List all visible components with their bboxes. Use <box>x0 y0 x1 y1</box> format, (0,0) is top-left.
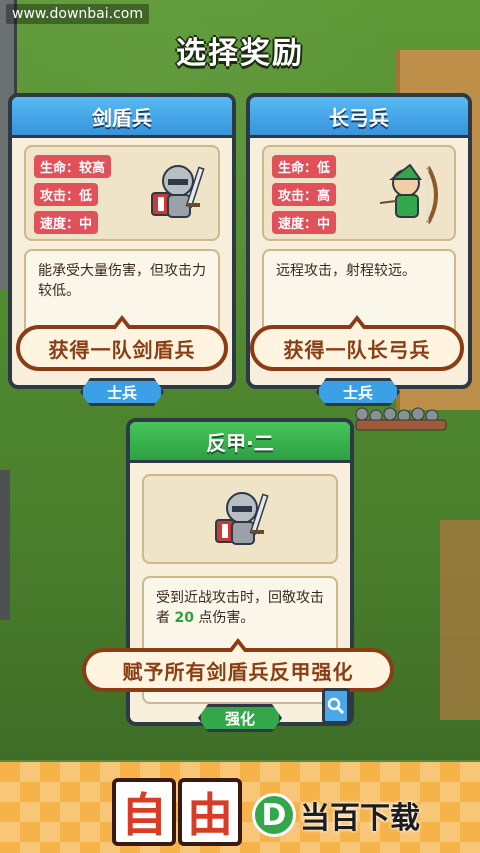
banner-pointer-inner <box>231 644 245 653</box>
page-title: 选择奖励 <box>176 36 304 71</box>
upgrade-image-box <box>142 474 338 564</box>
soldier-group-icon <box>355 407 447 431</box>
logo-mark: D <box>252 793 296 837</box>
upgrade-banner: 赋予所有剑盾兵反甲强化 <box>82 638 394 692</box>
card-title: 剑盾兵 <box>12 97 232 138</box>
banner-pointer-inner <box>115 321 129 330</box>
dirt-path-lower <box>440 520 480 720</box>
upgrade-type-tag: 强化 <box>198 704 282 732</box>
stone-wall-lower <box>0 470 10 620</box>
reward-banner-2: 获得一队长弓兵 <box>250 315 464 371</box>
stat-attack: 攻击：高 <box>272 183 337 206</box>
unit-type-tag: 士兵 <box>316 378 400 406</box>
card-title: 反甲·二 <box>130 422 350 463</box>
stats-box: 生命：低 攻击：高 速度：中 <box>262 145 456 241</box>
banner-text: 获得一队剑盾兵 <box>48 337 196 362</box>
stat-attack: 攻击：低 <box>34 183 99 206</box>
logo-text: 当百下载 <box>300 801 420 836</box>
knight-icon <box>215 492 269 545</box>
card-title: 长弓兵 <box>250 97 468 138</box>
stat-hp: 生命：较高 <box>34 155 112 178</box>
watermark: www.downbai.com <box>6 4 149 24</box>
stats-box: 生命：较高 攻击：低 速度：中 <box>24 145 220 241</box>
knight-icon <box>151 165 205 218</box>
banner-text: 赋予所有剑盾兵反甲强化 <box>122 659 354 684</box>
stat-speed: 速度：中 <box>34 211 99 234</box>
banner-pointer-inner <box>350 321 364 330</box>
desc-after: 点伤害。 <box>193 610 255 626</box>
bottom-promo: 自 由 D 当百下载 <box>0 762 480 853</box>
reward-banner-1: 获得一队剑盾兵 <box>16 315 228 371</box>
search-button[interactable] <box>322 688 350 724</box>
stat-hp: 生命：低 <box>272 155 337 178</box>
stat-speed: 速度：中 <box>272 211 337 234</box>
banner-text: 获得一队长弓兵 <box>283 337 431 362</box>
site-logo: D 当百下载 <box>252 792 420 838</box>
archer-icon <box>379 163 438 224</box>
promo-char-2: 由 <box>178 778 242 846</box>
damage-value: 20 <box>174 610 194 626</box>
promo-char-1: 自 <box>112 778 176 846</box>
unit-type-tag: 士兵 <box>80 378 164 406</box>
search-icon <box>327 697 345 715</box>
